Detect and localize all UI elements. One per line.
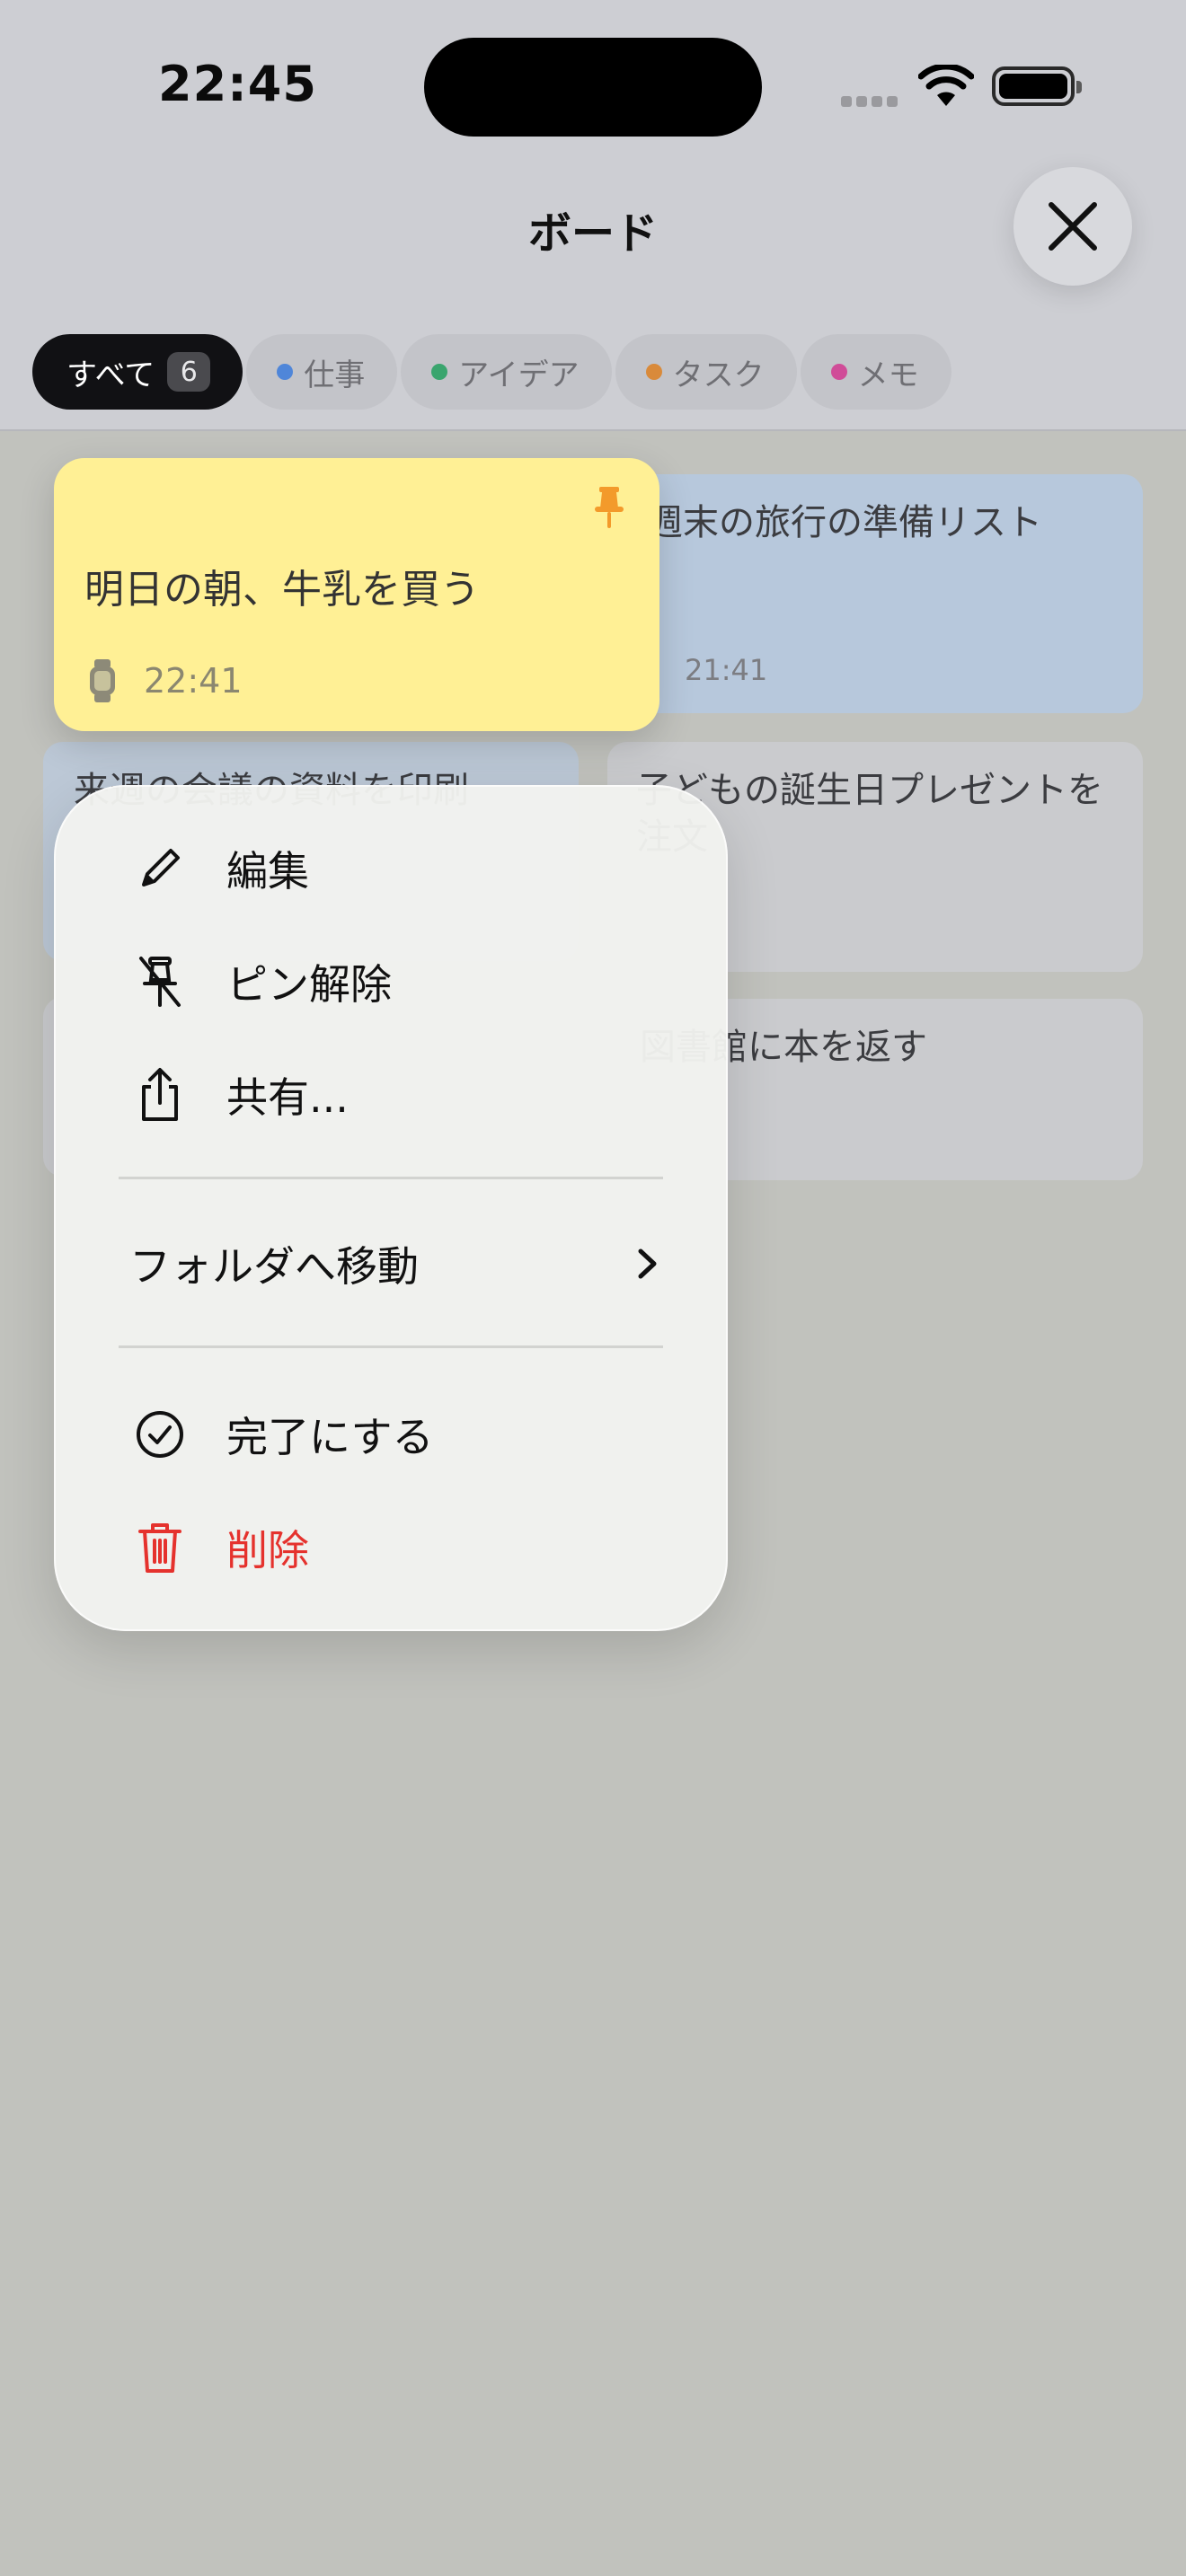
- filter-chips: すべて 6 仕事 アイデア タスク メモ: [32, 334, 955, 410]
- selected-note-card[interactable]: 明日の朝、牛乳を買う 22:41: [54, 458, 659, 731]
- menu-separator: [119, 1345, 663, 1348]
- watch-icon: [90, 659, 115, 702]
- filter-chip-all[interactable]: すべて 6: [32, 334, 243, 410]
- pin-slash-icon: [133, 955, 187, 1009]
- share-icon: [133, 1068, 187, 1122]
- dynamic-island: [424, 38, 762, 137]
- filter-count-badge: 6: [167, 352, 211, 392]
- cellular-signal-icon: [841, 93, 902, 110]
- filter-chip-ideas[interactable]: アイデア: [401, 334, 612, 410]
- filter-chip-work[interactable]: 仕事: [246, 334, 398, 410]
- filter-chip-memo[interactable]: メモ: [800, 334, 951, 410]
- menu-item-mark-done[interactable]: 完了にする: [54, 1385, 728, 1484]
- filter-chip-tasks[interactable]: タスク: [615, 334, 797, 410]
- note-card[interactable]: 週末の旅行の準備リスト 21:41: [607, 474, 1143, 713]
- pencil-icon: [133, 842, 187, 895]
- close-button[interactable]: [1013, 167, 1132, 286]
- filter-chip-label: タスク: [672, 357, 765, 393]
- filter-chip-label: 仕事: [304, 357, 366, 393]
- note-time: 22:41: [144, 661, 243, 701]
- menu-item-label: フォルダへ移動: [129, 1242, 419, 1291]
- top-bar: 22:45 ボード すべて 6 仕事 アイデア タスク メモ: [0, 0, 1186, 431]
- page-title: ボード: [527, 208, 658, 259]
- chevron-right-icon: [638, 1248, 657, 1279]
- close-icon: [1049, 202, 1097, 251]
- note-text: 明日の朝、牛乳を買う: [84, 567, 480, 613]
- menu-item-label: ピン解除: [226, 960, 392, 1009]
- note-time: 21:41: [685, 653, 768, 687]
- checkmark-circle-icon: [133, 1407, 187, 1461]
- menu-item-label: 編集: [226, 847, 309, 895]
- filter-chip-label: すべて: [66, 357, 155, 393]
- pin-icon: [595, 487, 624, 528]
- category-dot: [645, 364, 662, 380]
- menu-item-unpin[interactable]: ピン解除: [54, 932, 728, 1031]
- category-dot: [431, 364, 448, 380]
- menu-item-edit[interactable]: 編集: [54, 819, 728, 918]
- menu-item-share[interactable]: 共有...: [54, 1045, 728, 1144]
- category-dot: [277, 364, 294, 380]
- battery-icon: [992, 66, 1082, 106]
- note-text: 週末の旅行の準備リスト: [647, 502, 1042, 543]
- menu-separator: [119, 1177, 663, 1179]
- context-menu: 編集 ピン解除 共有... フォルダへ移動 完了にする 削除: [54, 785, 728, 1631]
- menu-item-label: 共有...: [226, 1073, 349, 1122]
- menu-item-delete[interactable]: 削除: [54, 1498, 728, 1597]
- category-dot: [830, 364, 847, 380]
- menu-item-label: 完了にする: [226, 1413, 434, 1461]
- filter-chip-label: アイデア: [458, 357, 580, 393]
- status-time: 22:45: [158, 56, 317, 112]
- menu-item-label: 削除: [226, 1526, 309, 1575]
- wifi-icon: [918, 65, 974, 106]
- menu-item-move-to-folder[interactable]: フォルダへ移動: [54, 1214, 728, 1313]
- filter-chip-label: メモ: [857, 357, 919, 393]
- trash-icon: [133, 1521, 187, 1575]
